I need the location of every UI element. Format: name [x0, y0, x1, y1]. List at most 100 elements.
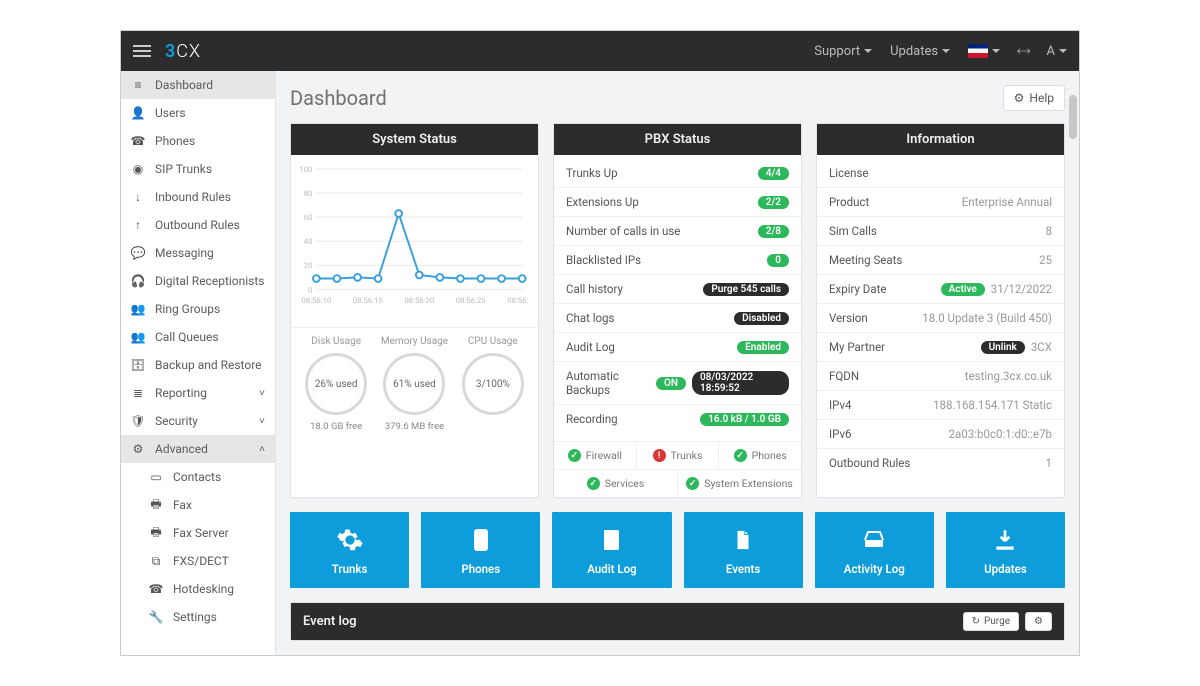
status-badge[interactable]: Purge 545 calls	[703, 283, 789, 296]
sidebar-item-contacts[interactable]: ▭ Contacts	[121, 463, 275, 491]
support-menu[interactable]: Support	[814, 44, 872, 59]
sidebar-item-label: Settings	[173, 610, 217, 624]
status-badge[interactable]: 08/03/2022 18:59:52	[692, 371, 789, 395]
sidebar-item-label: Advanced	[155, 442, 208, 456]
sidebar-item-label: Backup and Restore	[155, 358, 262, 372]
sidebar-item-settings[interactable]: 🔧 Settings	[121, 603, 275, 631]
row-label: Version	[829, 311, 868, 325]
sidebar-item-fax[interactable]: 🖶 Fax	[121, 491, 275, 519]
sidebar-item-inbound-rules[interactable]: ↓ Inbound Rules	[121, 183, 275, 211]
sidebar-item-security[interactable]: 🛡 Security˅	[121, 407, 275, 435]
check-icon: ✓	[686, 477, 699, 490]
drive-icon	[821, 526, 928, 554]
sidebar-item-label: Dashboard	[155, 78, 213, 92]
svg-text:08:56:30: 08:56:30	[507, 296, 528, 305]
sidebar-item-backup-and-restore[interactable]: 🗄 Backup and Restore	[121, 351, 275, 379]
info-row: Meeting Seats25	[817, 245, 1064, 274]
sidebar-item-fxs-dect[interactable]: ⧉ FXS/DECT	[121, 547, 275, 575]
status-badge[interactable]: Unlink	[981, 341, 1025, 354]
row-label: Product	[829, 195, 869, 209]
event-log-card: Event log ↻Purge ⚙	[290, 602, 1065, 641]
hamburger-icon[interactable]	[133, 42, 151, 60]
tile-phones[interactable]: Phones	[421, 512, 540, 588]
wrench-icon: 🔧	[149, 610, 163, 624]
updates-menu[interactable]: Updates	[890, 44, 950, 59]
status-badge[interactable]: Active	[941, 283, 985, 296]
tile-label: Activity Log	[821, 562, 928, 576]
status-cell[interactable]: !Trunks	[636, 442, 719, 469]
disk-gauge: Disk Usage 26% used 18.0 GB free	[297, 336, 375, 432]
row-label: IPv4	[829, 398, 852, 412]
sidebar-item-label: Phones	[155, 134, 195, 148]
tile-updates[interactable]: Updates	[946, 512, 1065, 588]
status-badge[interactable]: ON	[656, 377, 686, 390]
tile-activity-log[interactable]: Activity Log	[815, 512, 934, 588]
main-content: Dashboard ⚙ Help System Status 020406080…	[276, 71, 1079, 655]
status-cell[interactable]: ✓Firewall	[554, 442, 636, 469]
row-label: Extensions Up	[566, 195, 639, 209]
headset-icon: 🎧	[131, 274, 145, 288]
sidebar-item-sip-trunks[interactable]: ◉ SIP Trunks	[121, 155, 275, 183]
gear-icon: ⚙	[1034, 616, 1043, 627]
language-menu[interactable]	[968, 44, 1000, 58]
status-badge[interactable]: 2/2	[758, 196, 789, 209]
svg-text:100: 100	[299, 165, 312, 174]
status-cell[interactable]: ✓Services	[554, 470, 677, 497]
sidebar-item-hotdesking[interactable]: ☎ Hotdesking	[121, 575, 275, 603]
status-badge[interactable]: 0	[767, 254, 789, 267]
sidebar-item-outbound-rules[interactable]: ↑ Outbound Rules	[121, 211, 275, 239]
tile-events[interactable]: Events	[684, 512, 803, 588]
sidebar-item-label: Outbound Rules	[155, 218, 240, 232]
scrollbar-thumb[interactable]	[1069, 95, 1077, 139]
sidebar-item-advanced[interactable]: ⚙ Advanced˄	[121, 435, 275, 463]
info-row: IPv62a03:b0c0:1:d0::e7b	[817, 419, 1064, 448]
sidebar-item-ring-groups[interactable]: 👥 Ring Groups	[121, 295, 275, 323]
status-badge[interactable]: 16.0 kB / 1.0 GB	[700, 413, 789, 426]
row-value: 25	[1039, 253, 1052, 267]
status-badge[interactable]: Disabled	[734, 312, 789, 325]
tile-audit-log[interactable]: Audit Log	[552, 512, 671, 588]
status-badge[interactable]: Enabled	[737, 341, 789, 354]
tile-trunks[interactable]: Trunks	[290, 512, 409, 588]
event-log-title: Event log	[303, 614, 357, 629]
fullscreen-button[interactable]: ⤢	[1018, 44, 1028, 59]
status-cell[interactable]: ✓System Extensions	[677, 470, 801, 497]
row-value: testing.3cx.co.uk	[965, 369, 1052, 383]
chevron-down-icon: ˅	[259, 388, 265, 399]
gear-icon: ⚙	[131, 442, 145, 456]
chevron-down-icon: ˅	[259, 416, 265, 427]
svg-text:20: 20	[304, 261, 313, 270]
globe-icon: ◉	[131, 162, 145, 176]
sidebar-item-label: Users	[155, 106, 186, 120]
pbx-row: Audit LogEnabled	[554, 332, 801, 361]
sidebar-item-fax-server[interactable]: 🖶 Fax Server	[121, 519, 275, 547]
pbx-row: Recording 16.0 kB / 1.0 GB	[554, 404, 801, 433]
sidebar-item-call-queues[interactable]: 👥 Call Queues	[121, 323, 275, 351]
sidebar-item-label: SIP Trunks	[155, 162, 212, 176]
font-size-menu[interactable]: A	[1047, 44, 1067, 59]
brand-logo: 3CX	[165, 41, 201, 62]
sidebar-item-phones[interactable]: ☎ Phones	[121, 127, 275, 155]
status-cell[interactable]: ✓Phones	[718, 442, 801, 469]
purge-button[interactable]: ↻Purge	[963, 612, 1019, 631]
status-badge[interactable]: 2/8	[758, 225, 789, 238]
event-log-settings-button[interactable]: ⚙	[1025, 612, 1052, 631]
chevron-down-icon	[1059, 49, 1067, 53]
queue-icon: 👥	[131, 330, 145, 344]
shield-icon: 🛡	[131, 414, 145, 428]
status-badge[interactable]: 4/4	[758, 167, 789, 180]
info-row: License	[817, 159, 1064, 187]
sidebar-item-messaging[interactable]: 💬 Messaging	[121, 239, 275, 267]
info-row: IPv4188.168.154.171 Static	[817, 390, 1064, 419]
sidebar-item-users[interactable]: 👤 Users	[121, 99, 275, 127]
sidebar-item-digital-receptionists[interactable]: 🎧 Digital Receptionists	[121, 267, 275, 295]
row-label: Recording	[566, 412, 618, 426]
pbx-row: Automatic BackupsON 08/03/2022 18:59:52	[554, 361, 801, 404]
scrollbar[interactable]	[1069, 71, 1077, 653]
sidebar-item-label: Call Queues	[155, 330, 219, 344]
help-button[interactable]: ⚙ Help	[1003, 85, 1065, 111]
sidebar-item-dashboard[interactable]: ≡ Dashboard	[121, 71, 275, 99]
info-row: ProductEnterprise Annual	[817, 187, 1064, 216]
sidebar-item-reporting[interactable]: ≣ Reporting˅	[121, 379, 275, 407]
sidebar-item-label: Inbound Rules	[155, 190, 231, 204]
